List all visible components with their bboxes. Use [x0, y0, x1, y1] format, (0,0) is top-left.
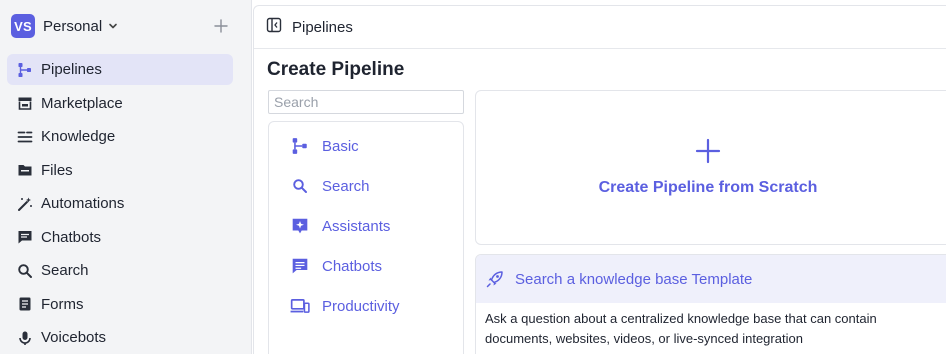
category-label: Productivity — [322, 297, 400, 315]
pipeline-icon — [290, 136, 310, 156]
category-label: Search — [322, 177, 370, 195]
devices-icon — [290, 296, 310, 316]
add-icon[interactable] — [211, 16, 231, 36]
sidebar-item-label: Marketplace — [41, 94, 123, 112]
create-from-scratch-card[interactable]: Create Pipeline from Scratch — [475, 90, 946, 245]
sidebar-item-label: Pipelines — [41, 61, 102, 78]
sidebar: VS Personal Pipelines Marketplace Knowle… — [0, 0, 252, 354]
chat-icon — [290, 256, 310, 276]
category-assistants[interactable]: Assistants — [269, 206, 463, 246]
sidebar-item-marketplace[interactable]: Marketplace — [7, 88, 233, 119]
sidebar-item-label: Search — [41, 262, 89, 279]
assistant-icon — [290, 216, 310, 236]
category-chatbots[interactable]: Chatbots — [269, 246, 463, 286]
sidebar-item-label: Automations — [41, 195, 125, 212]
sidebar-item-pipelines[interactable]: Pipelines — [7, 54, 233, 85]
plus-icon — [695, 138, 721, 164]
category-label: Basic — [322, 137, 359, 155]
template-card[interactable]: Search a knowledge base Template Ask a q… — [475, 254, 946, 354]
template-card-header: Search a knowledge base Template — [476, 255, 946, 303]
sidebar-item-label: Forms — [41, 295, 84, 313]
sidebar-item-label: Voicebots — [41, 329, 107, 346]
chevron-down-icon — [108, 20, 120, 32]
search-input[interactable] — [268, 90, 464, 114]
chat-icon — [16, 228, 34, 246]
sidebar-item-automations[interactable]: Automations — [7, 188, 233, 219]
category-productivity[interactable]: Productivity — [269, 286, 463, 326]
sidebar-item-chatbots[interactable]: Chatbots — [7, 222, 233, 253]
sidebar-item-search[interactable]: Search — [7, 255, 233, 286]
magic-wand-icon — [16, 195, 34, 213]
workspace-name: Personal — [43, 17, 103, 35]
template-description: Ask a question about a centralized knowl… — [485, 311, 877, 346]
sidebar-item-label: Chatbots — [41, 228, 102, 246]
create-from-scratch-label: Create Pipeline from Scratch — [598, 179, 818, 196]
top-bar: Pipelines — [254, 6, 946, 49]
rocket-icon — [485, 269, 505, 289]
page-title: Create Pipeline — [267, 59, 405, 80]
workspace-avatar: VS — [11, 14, 35, 38]
sidebar-item-label: Files — [41, 161, 73, 179]
folder-icon — [16, 161, 34, 179]
store-icon — [16, 94, 34, 112]
sidebar-toggle-icon[interactable] — [266, 17, 282, 38]
voice-icon — [16, 329, 34, 347]
search-icon — [290, 176, 310, 196]
sidebar-nav: Pipelines Marketplace Knowledge Files Au… — [7, 54, 233, 354]
list-icon — [16, 128, 34, 146]
main-panel: Pipelines Create Pipeline Basic Search A… — [253, 5, 946, 354]
pipeline-icon — [16, 61, 34, 79]
form-icon — [16, 295, 34, 313]
sidebar-item-forms[interactable]: Forms — [7, 289, 233, 320]
sidebar-item-voicebots[interactable]: Voicebots — [7, 322, 233, 353]
workspace-switcher[interactable]: VS Personal — [11, 14, 241, 38]
template-title: Search a knowledge base Template — [515, 270, 753, 288]
search-icon — [16, 262, 34, 280]
breadcrumb: Pipelines — [292, 18, 353, 36]
sidebar-item-knowledge[interactable]: Knowledge — [7, 121, 233, 152]
sidebar-item-files[interactable]: Files — [7, 155, 233, 186]
category-label: Assistants — [322, 217, 391, 235]
category-label: Chatbots — [322, 257, 383, 275]
category-basic[interactable]: Basic — [269, 126, 463, 166]
category-list: Basic Search Assistants Chatbots Product… — [268, 121, 464, 354]
sidebar-item-label: Knowledge — [41, 128, 116, 145]
category-search[interactable]: Search — [269, 166, 463, 206]
